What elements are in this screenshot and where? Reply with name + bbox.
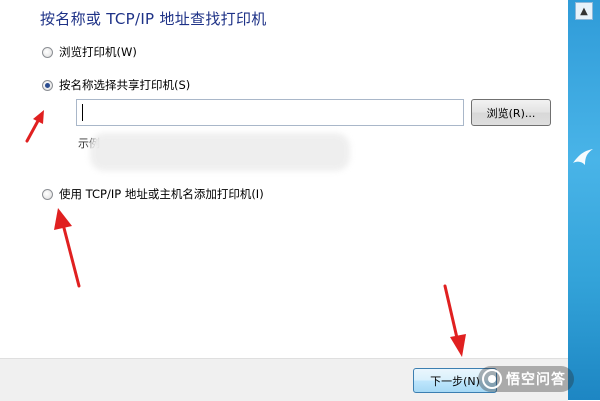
bird-icon bbox=[573, 149, 593, 165]
blurred-example-text bbox=[90, 133, 350, 171]
shared-printer-name-input[interactable] bbox=[76, 99, 464, 126]
watermark-badge: 悟空问答 bbox=[478, 366, 574, 392]
radio-button[interactable] bbox=[42, 46, 53, 58]
red-arrow-icon bbox=[25, 110, 44, 143]
radio-add-by-tcpip[interactable]: 使用 TCP/IP 地址或主机名添加打印机(I) bbox=[42, 185, 264, 203]
dialog-title: 按名称或 TCP/IP 地址查找打印机 bbox=[40, 10, 267, 28]
radio-button[interactable] bbox=[42, 188, 53, 200]
red-arrow-icon bbox=[443, 284, 466, 357]
radio-browse-printer[interactable]: 浏览打印机(W) bbox=[42, 43, 137, 61]
red-arrow-icon bbox=[54, 208, 81, 288]
watermark-text: 悟空问答 bbox=[506, 372, 566, 388]
radio-label: 按名称选择共享打印机(S) bbox=[59, 78, 191, 92]
desktop-background-strip bbox=[568, 0, 600, 400]
wukong-logo-icon bbox=[482, 369, 502, 389]
text-caret bbox=[82, 104, 83, 121]
radio-label: 使用 TCP/IP 地址或主机名添加打印机(I) bbox=[59, 187, 264, 201]
browse-button[interactable]: 浏览(R)... bbox=[471, 99, 551, 126]
radio-label: 浏览打印机(W) bbox=[59, 45, 137, 59]
add-printer-dialog: 按名称或 TCP/IP 地址查找打印机 浏览打印机(W) 按名称选择共享打印机(… bbox=[0, 0, 568, 401]
radio-button-checked[interactable] bbox=[42, 79, 53, 91]
window-scroll-up-button[interactable]: ▲ bbox=[575, 2, 593, 20]
radio-select-shared-printer[interactable]: 按名称选择共享打印机(S) bbox=[42, 76, 190, 94]
